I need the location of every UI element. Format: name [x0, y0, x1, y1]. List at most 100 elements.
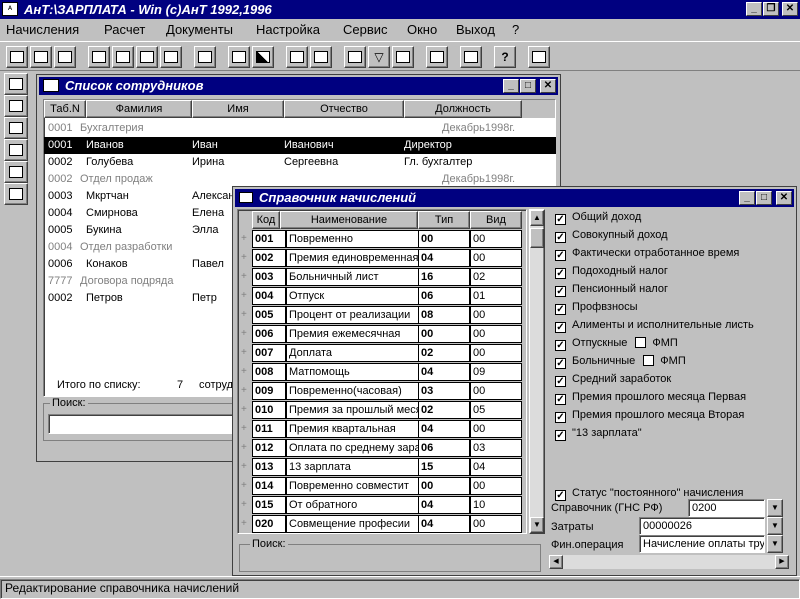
col-kod[interactable]: Код	[252, 211, 280, 229]
employee-row[interactable]: 0001 Бухгалтерия Декабрь1998г.	[44, 120, 556, 137]
accrual-row[interactable]: +005 Процент от реализации 08 00	[238, 306, 528, 325]
accrual-vid[interactable]: 00	[470, 249, 522, 267]
accrual-kod[interactable]: 015	[252, 496, 286, 514]
col-otchestvo[interactable]: Отчество	[284, 100, 404, 118]
help-icon[interactable]: ?	[494, 46, 516, 68]
accrual-kod[interactable]: 008	[252, 363, 286, 381]
accrual-vid[interactable]: 00	[470, 230, 522, 248]
accrual-tip[interactable]: 00	[418, 230, 470, 248]
accrual-row[interactable]: +020 Совмещение професии 04 00	[238, 515, 528, 534]
accrual-tip[interactable]: 15	[418, 458, 470, 476]
accrual-tip[interactable]: 06	[418, 287, 470, 305]
accrual-vid[interactable]: 00	[470, 477, 522, 495]
accrual-tip[interactable]: 04	[418, 515, 470, 533]
accrual-property-checkbox[interactable]: ✓ Совокупный доход	[555, 227, 668, 245]
document-icon[interactable]	[136, 46, 158, 68]
menu-vykhod[interactable]: Выход	[456, 22, 495, 37]
accrual-property-checkbox[interactable]: ✓ Премия прошлого месяца Вторая	[555, 407, 744, 425]
list-arrow-icon[interactable]	[4, 95, 28, 117]
emp-close-button[interactable]: ✕	[540, 79, 556, 93]
app-restore-button[interactable]: ❐	[763, 2, 779, 16]
col-tabn[interactable]: Таб.N	[44, 100, 86, 118]
col-imya[interactable]: Имя	[192, 100, 284, 118]
accrual-vid[interactable]: 00	[470, 325, 522, 343]
accrual-vid[interactable]: 00	[470, 515, 522, 533]
accrual-row[interactable]: +009 Повременно(часовая) 03 00	[238, 382, 528, 401]
accrual-kod[interactable]: 013	[252, 458, 286, 476]
accrual-vid[interactable]: 01	[470, 287, 522, 305]
settings-icon[interactable]	[228, 46, 250, 68]
transfer-icon[interactable]	[194, 46, 216, 68]
accrual-kod[interactable]: 011	[252, 420, 286, 438]
accrual-tip[interactable]: 02	[418, 401, 470, 419]
accrual-tip[interactable]: 04	[418, 420, 470, 438]
accrual-row[interactable]: +001 Повременно 00 00	[238, 230, 528, 249]
calculator-icon[interactable]	[392, 46, 414, 68]
accrual-kod[interactable]: 012	[252, 439, 286, 457]
nach-close-button[interactable]: ✕	[776, 191, 792, 205]
accrual-property-checkbox[interactable]: ✓ Больничные ФМП	[555, 353, 686, 371]
hscroll-left[interactable]: ◀	[549, 555, 563, 569]
accrual-tip[interactable]: 16	[418, 268, 470, 286]
col-dolzhnost[interactable]: Должность	[404, 100, 522, 118]
exit-icon[interactable]	[528, 46, 550, 68]
accrual-row[interactable]: +013 13 зарплата 15 04	[238, 458, 528, 477]
nach-maximize-button[interactable]: □	[756, 191, 772, 205]
accrual-vid[interactable]: 04	[470, 458, 522, 476]
accrual-property-checkbox[interactable]: ✓ Отпускные ФМП	[555, 335, 678, 353]
doc-calc-icon[interactable]	[4, 161, 28, 183]
accrual-row[interactable]: +004 Отпуск 06 01	[238, 287, 528, 306]
accrual-vid[interactable]: 05	[470, 401, 522, 419]
menu-servis[interactable]: Сервис	[343, 22, 388, 37]
accrual-property-checkbox[interactable]: ✓ Премия прошлого месяца Первая	[555, 389, 746, 407]
checker-icon[interactable]	[252, 46, 274, 68]
accrual-tip[interactable]: 03	[418, 382, 470, 400]
print-icon[interactable]	[4, 139, 28, 161]
emp-maximize-button[interactable]: □	[520, 79, 536, 93]
menu-help[interactable]: ?	[512, 22, 519, 37]
hscroll-right[interactable]: ▶	[775, 555, 789, 569]
accrual-kod[interactable]: 005	[252, 306, 286, 324]
accrual-property-checkbox[interactable]: ✓ Общий доход	[555, 209, 641, 227]
eraser-icon[interactable]	[4, 117, 28, 139]
list-add-icon[interactable]	[4, 73, 28, 95]
col-vid[interactable]: Вид	[470, 211, 522, 229]
col-familiya[interactable]: Фамилия	[86, 100, 192, 118]
accrual-row[interactable]: +002 Премия единовременная 04 00	[238, 249, 528, 268]
accrual-tip[interactable]: 00	[418, 477, 470, 495]
accrual-kod[interactable]: 002	[252, 249, 286, 267]
accrual-row[interactable]: +010 Премия за прошлый меся 02 05	[238, 401, 528, 420]
employee-row[interactable]: 0002 Голубева Ирина Сергеевна Гл. бухгалтер	[44, 154, 556, 171]
accrual-property-checkbox[interactable]: ✓ Фактически отработанное время	[555, 245, 739, 263]
accrual-vid[interactable]: 00	[470, 420, 522, 438]
report-icon[interactable]	[310, 46, 332, 68]
zatraty-field[interactable]: 00000026	[639, 517, 765, 535]
accrual-property-checkbox[interactable]: ✓ Профвзносы	[555, 299, 638, 317]
accrual-kod[interactable]: 020	[252, 515, 286, 533]
nach-minimize-button[interactable]: _	[739, 191, 755, 205]
app-close-button[interactable]: ✕	[782, 2, 798, 16]
accrual-row[interactable]: +006 Премия ежемесячная 00 00	[238, 325, 528, 344]
accrual-tip[interactable]: 02	[418, 344, 470, 362]
accruals-scrollbar[interactable]: ▲ ▼	[529, 209, 545, 534]
import-icon[interactable]	[88, 46, 110, 68]
accrual-tip[interactable]: 08	[418, 306, 470, 324]
scroll-thumb[interactable]	[530, 228, 544, 248]
accrual-row[interactable]: +008 Матпомощь 04 09	[238, 363, 528, 382]
grid-icon[interactable]	[112, 46, 134, 68]
accrual-row[interactable]: +014 Повременно совместит 00 00	[238, 477, 528, 496]
window-icon[interactable]	[239, 192, 253, 203]
window-icon[interactable]	[43, 79, 59, 92]
accrual-row[interactable]: +015 От обратного 04 10	[238, 496, 528, 515]
col-naimenovanie[interactable]: Наименование	[280, 211, 418, 229]
sprav-field[interactable]: 0200	[688, 499, 765, 517]
app-minimize-button[interactable]: _	[746, 2, 762, 16]
accrual-tip[interactable]: 06	[418, 439, 470, 457]
menu-dokumenty[interactable]: Документы	[166, 22, 233, 37]
accrual-property-checkbox[interactable]: ✓ Пенсионный налог	[555, 281, 668, 299]
accrual-property-checkbox[interactable]: ✓ Подоходный налог	[555, 263, 668, 281]
exit-door-icon[interactable]	[4, 183, 28, 205]
accrual-property-checkbox[interactable]: ✓ Алименты и исполнительные листь	[555, 317, 754, 335]
menu-nachisleniya[interactable]: Начисления	[6, 22, 79, 37]
panel-hscrollbar[interactable]: ◀ ▶	[549, 555, 789, 569]
